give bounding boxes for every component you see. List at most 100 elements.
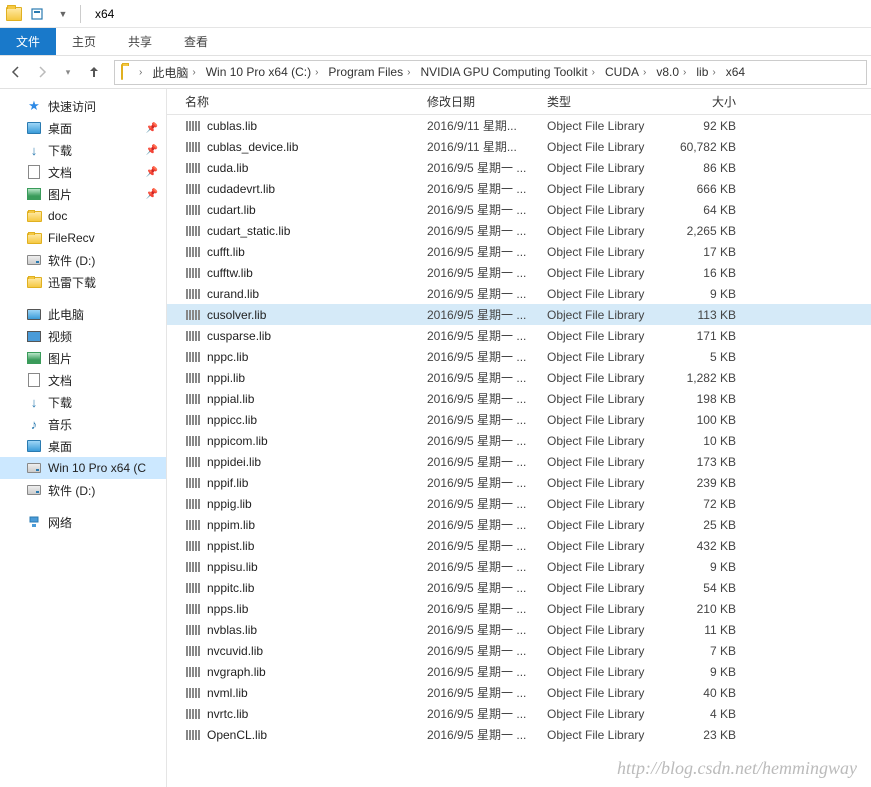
quick-access-toolbar: ▼ — [0, 3, 89, 25]
nav-item[interactable]: ♪音乐 — [0, 413, 166, 435]
file-size: 86 KB — [672, 161, 752, 175]
nav-this-pc[interactable]: 此电脑 — [0, 303, 166, 325]
up-button[interactable] — [82, 60, 106, 84]
file-row[interactable]: cublas.lib2016/9/11 星期...Object File Lib… — [167, 115, 871, 136]
doc-icon — [26, 372, 42, 388]
breadcrumb-segment[interactable]: 此电脑› — [146, 61, 199, 84]
file-row[interactable]: nvgraph.lib2016/9/5 星期一 ...Object File L… — [167, 661, 871, 682]
file-row[interactable]: cusparse.lib2016/9/5 星期一 ...Object File … — [167, 325, 871, 346]
file-row[interactable]: nvblas.lib2016/9/5 星期一 ...Object File Li… — [167, 619, 871, 640]
file-row[interactable]: nppist.lib2016/9/5 星期一 ...Object File Li… — [167, 535, 871, 556]
file-row[interactable]: nppig.lib2016/9/5 星期一 ...Object File Lib… — [167, 493, 871, 514]
nav-item[interactable]: Win 10 Pro x64 (C — [0, 457, 166, 479]
file-row[interactable]: cufftw.lib2016/9/5 星期一 ...Object File Li… — [167, 262, 871, 283]
file-row[interactable]: nvcuvid.lib2016/9/5 星期一 ...Object File L… — [167, 640, 871, 661]
back-button[interactable] — [4, 60, 28, 84]
nav-item-label: 迅雷下载 — [48, 274, 96, 291]
col-header-size[interactable]: 大小 — [672, 93, 752, 110]
file-row[interactable]: nvml.lib2016/9/5 星期一 ...Object File Libr… — [167, 682, 871, 703]
tab-file[interactable]: 文件 — [0, 28, 56, 55]
file-name: cufftw.lib — [207, 266, 253, 280]
file-row[interactable]: cuda.lib2016/9/5 星期一 ...Object File Libr… — [167, 157, 871, 178]
breadcrumb-segment[interactable]: NVIDIA GPU Computing Toolkit› — [414, 61, 599, 84]
file-row[interactable]: nppim.lib2016/9/5 星期一 ...Object File Lib… — [167, 514, 871, 535]
col-header-type[interactable]: 类型 — [547, 93, 672, 110]
lib-file-icon — [185, 267, 201, 279]
file-row[interactable]: nppitc.lib2016/9/5 星期一 ...Object File Li… — [167, 577, 871, 598]
nav-item[interactable]: 桌面 — [0, 435, 166, 457]
nav-item[interactable]: 视频 — [0, 325, 166, 347]
file-type: Object File Library — [547, 476, 672, 490]
nav-item[interactable]: 文档📌 — [0, 161, 166, 183]
nav-item[interactable]: doc — [0, 205, 166, 227]
file-type: Object File Library — [547, 518, 672, 532]
lib-file-icon — [185, 204, 201, 216]
file-type: Object File Library — [547, 287, 672, 301]
lib-file-icon — [185, 141, 201, 153]
qat-properties-icon[interactable] — [26, 3, 48, 25]
file-row[interactable]: nppial.lib2016/9/5 星期一 ...Object File Li… — [167, 388, 871, 409]
history-dropdown-icon[interactable]: ▾ — [56, 60, 80, 84]
tab-view[interactable]: 查看 — [168, 28, 224, 55]
file-row[interactable]: curand.lib2016/9/5 星期一 ...Object File Li… — [167, 283, 871, 304]
file-type: Object File Library — [547, 350, 672, 364]
file-type: Object File Library — [547, 581, 672, 595]
file-row[interactable]: nppif.lib2016/9/5 星期一 ...Object File Lib… — [167, 472, 871, 493]
nav-item[interactable]: FileRecv — [0, 227, 166, 249]
file-type: Object File Library — [547, 182, 672, 196]
file-row[interactable]: cudart_static.lib2016/9/5 星期一 ...Object … — [167, 220, 871, 241]
nav-item[interactable]: 软件 (D:) — [0, 479, 166, 501]
breadcrumb-segment[interactable]: x64 — [720, 61, 749, 84]
nav-item[interactable]: ↓下载 — [0, 391, 166, 413]
file-date: 2016/9/5 星期一 ... — [427, 432, 547, 449]
file-row[interactable]: nppicc.lib2016/9/5 星期一 ...Object File Li… — [167, 409, 871, 430]
nav-item[interactable]: 软件 (D:) — [0, 249, 166, 271]
nav-item[interactable]: ↓下载📌 — [0, 139, 166, 161]
breadcrumb-segment[interactable]: Program Files› — [322, 61, 414, 84]
file-date: 2016/9/5 星期一 ... — [427, 180, 547, 197]
file-row[interactable]: nppc.lib2016/9/5 星期一 ...Object File Libr… — [167, 346, 871, 367]
file-date: 2016/9/5 星期一 ... — [427, 537, 547, 554]
nav-item[interactable]: 迅雷下载 — [0, 271, 166, 293]
file-row[interactable]: cudadevrt.lib2016/9/5 星期一 ...Object File… — [167, 178, 871, 199]
lib-file-icon — [185, 225, 201, 237]
file-row[interactable]: nppi.lib2016/9/5 星期一 ...Object File Libr… — [167, 367, 871, 388]
pin-icon: 📌 — [146, 167, 158, 178]
col-header-date[interactable]: 修改日期 — [427, 93, 547, 110]
lib-file-icon — [185, 708, 201, 720]
breadcrumb-segment[interactable]: Win 10 Pro x64 (C:)› — [200, 61, 323, 84]
nav-item[interactable]: 桌面📌 — [0, 117, 166, 139]
file-type: Object File Library — [547, 707, 672, 721]
file-name: nppicom.lib — [207, 434, 268, 448]
file-size: 173 KB — [672, 455, 752, 469]
file-row[interactable]: nppicom.lib2016/9/5 星期一 ...Object File L… — [167, 430, 871, 451]
address-bar[interactable]: › 此电脑›Win 10 Pro x64 (C:)›Program Files›… — [114, 60, 867, 85]
lib-file-icon — [185, 477, 201, 489]
nav-item[interactable]: 图片 — [0, 347, 166, 369]
nav-label: 快速访问 — [48, 98, 96, 115]
file-row[interactable]: cudart.lib2016/9/5 星期一 ...Object File Li… — [167, 199, 871, 220]
file-row[interactable]: OpenCL.lib2016/9/5 星期一 ...Object File Li… — [167, 724, 871, 745]
file-row[interactable]: nppidei.lib2016/9/5 星期一 ...Object File L… — [167, 451, 871, 472]
crumb-chevron[interactable]: › — [129, 61, 146, 84]
file-row[interactable]: cusolver.lib2016/9/5 星期一 ...Object File … — [167, 304, 871, 325]
file-row[interactable]: npps.lib2016/9/5 星期一 ...Object File Libr… — [167, 598, 871, 619]
forward-button[interactable] — [30, 60, 54, 84]
file-row[interactable]: nppisu.lib2016/9/5 星期一 ...Object File Li… — [167, 556, 871, 577]
star-icon: ★ — [26, 98, 42, 114]
file-row[interactable]: cublas_device.lib2016/9/11 星期...Object F… — [167, 136, 871, 157]
breadcrumb-segment[interactable]: CUDA› — [599, 61, 650, 84]
file-row[interactable]: cufft.lib2016/9/5 星期一 ...Object File Lib… — [167, 241, 871, 262]
file-date: 2016/9/11 星期... — [427, 117, 547, 134]
file-row[interactable]: nvrtc.lib2016/9/5 星期一 ...Object File Lib… — [167, 703, 871, 724]
tab-share[interactable]: 共享 — [112, 28, 168, 55]
nav-network[interactable]: 网络 — [0, 511, 166, 533]
breadcrumb-segment[interactable]: lib› — [690, 61, 719, 84]
tab-home[interactable]: 主页 — [56, 28, 112, 55]
nav-quick-access[interactable]: ★ 快速访问 — [0, 95, 166, 117]
nav-item[interactable]: 文档 — [0, 369, 166, 391]
breadcrumb-segment[interactable]: v8.0› — [650, 61, 690, 84]
nav-item[interactable]: 图片📌 — [0, 183, 166, 205]
col-header-name[interactable]: 名称 — [167, 93, 427, 110]
qat-dropdown-icon[interactable]: ▼ — [52, 3, 74, 25]
